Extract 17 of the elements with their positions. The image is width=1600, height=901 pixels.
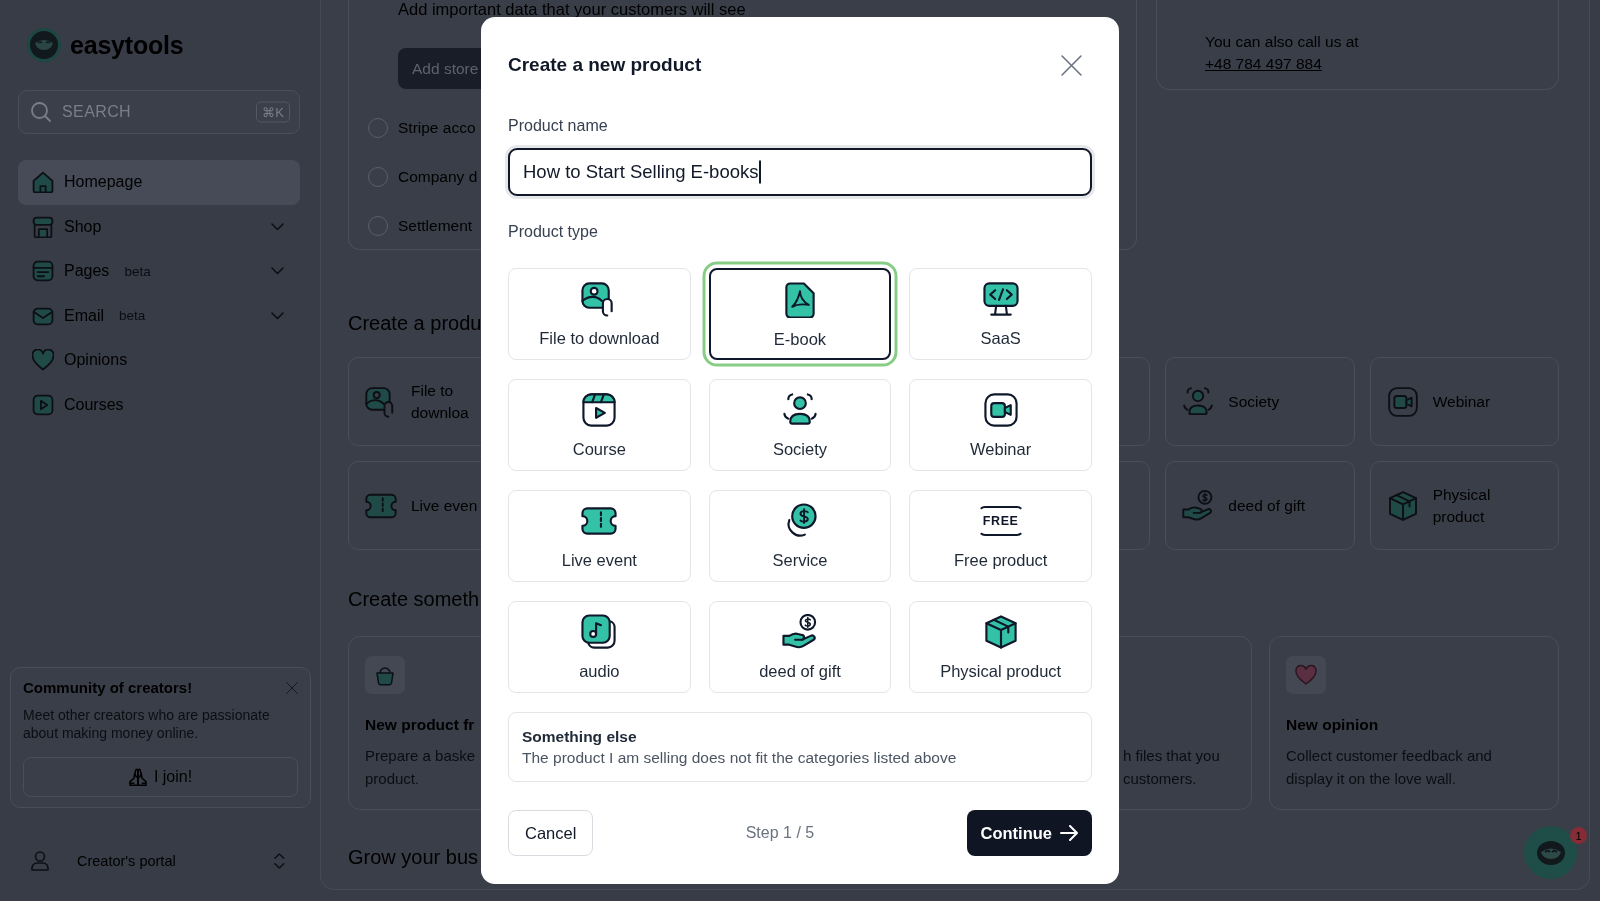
intro-text: Add important data that your customers will see (398, 0, 746, 19)
promo-title: Community of creators! (23, 679, 193, 697)
dialog-title: Create a new product (508, 54, 702, 76)
step-label: Stripe acco (398, 119, 476, 137)
step-label: Settlement (398, 217, 473, 235)
section-heading: Create a produ (348, 311, 482, 335)
brand-name: easytools (70, 30, 184, 60)
field-label: Product type (508, 222, 598, 242)
section-heading: Create someth (348, 587, 480, 611)
feature-title: New opinion (1286, 715, 1379, 735)
step-label: Company d (398, 168, 478, 186)
field-label: Product name (508, 116, 608, 136)
free-badge: FREE (977, 506, 1024, 536)
feature-title: New product fr (365, 715, 475, 735)
section-heading: Grow your bus (348, 845, 479, 869)
step-indicator: Step 1 / 5 (745, 824, 815, 842)
contact-text: You can also call us at (1205, 32, 1359, 52)
